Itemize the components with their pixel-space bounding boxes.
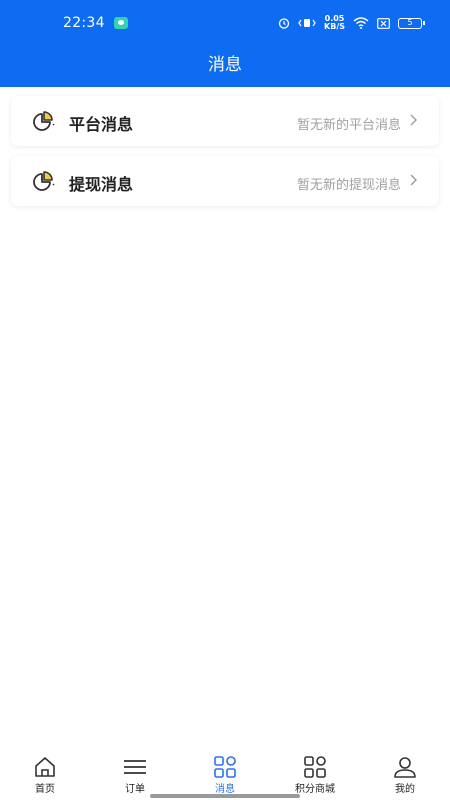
status-bar: 22:34 0.05 KB/S 5 bbox=[0, 0, 450, 46]
chat-notification-icon bbox=[114, 17, 128, 29]
grid-icon bbox=[214, 756, 236, 778]
tab-label: 消息 bbox=[215, 784, 235, 795]
tab-label: 订单 bbox=[125, 784, 145, 795]
message-item-title: 提现消息 bbox=[69, 175, 134, 194]
tab-label: 首页 bbox=[35, 784, 55, 795]
tab-label: 积分商城 bbox=[295, 784, 335, 795]
message-item-withdrawal[interactable]: 提现消息 暂无新的提现消息 bbox=[11, 156, 439, 206]
tab-profile[interactable]: 我的 bbox=[370, 756, 440, 795]
pie-chart-icon bbox=[33, 111, 55, 131]
sim-icon bbox=[377, 17, 390, 29]
vibrate-icon bbox=[298, 19, 316, 27]
tab-points-mall[interactable]: 积分商城 bbox=[280, 756, 350, 795]
chevron-right-icon bbox=[410, 174, 417, 186]
user-icon bbox=[394, 757, 416, 778]
message-item-subtitle: 暂无新的提现消息 bbox=[296, 178, 401, 193]
header-bar: 22:34 0.05 KB/S 5 消息 bbox=[0, 0, 450, 87]
grid-icon bbox=[304, 756, 326, 778]
alarm-icon bbox=[278, 18, 290, 29]
menu-icon bbox=[124, 760, 146, 774]
tab-home[interactable]: 首页 bbox=[10, 756, 80, 795]
home-indicator[interactable] bbox=[150, 794, 300, 798]
message-list: 平台消息 暂无新的平台消息 提现消息 暂无新的提现消息 bbox=[11, 96, 439, 216]
status-time: 22:34 bbox=[63, 15, 105, 31]
tab-messages[interactable]: 消息 bbox=[190, 756, 260, 795]
message-item-subtitle: 暂无新的平台消息 bbox=[296, 118, 401, 133]
tab-orders[interactable]: 订单 bbox=[100, 756, 170, 795]
page-title: 消息 bbox=[208, 55, 242, 75]
pie-chart-icon bbox=[33, 171, 55, 191]
net-speed: 0.05 KB/S bbox=[324, 15, 345, 31]
message-item-title: 平台消息 bbox=[69, 115, 134, 134]
message-item-platform[interactable]: 平台消息 暂无新的平台消息 bbox=[11, 96, 439, 146]
tab-label: 我的 bbox=[395, 784, 415, 795]
home-icon bbox=[35, 757, 55, 777]
wifi-icon bbox=[353, 17, 369, 29]
net-speed-unit: KB/S bbox=[324, 22, 345, 31]
chevron-right-icon bbox=[410, 114, 417, 126]
battery-icon: 5 bbox=[398, 17, 425, 29]
bottom-tab-bar: 首页 订单 消息 积分商城 我的 bbox=[0, 748, 450, 800]
status-icons: 0.05 KB/S 5 bbox=[278, 14, 425, 32]
